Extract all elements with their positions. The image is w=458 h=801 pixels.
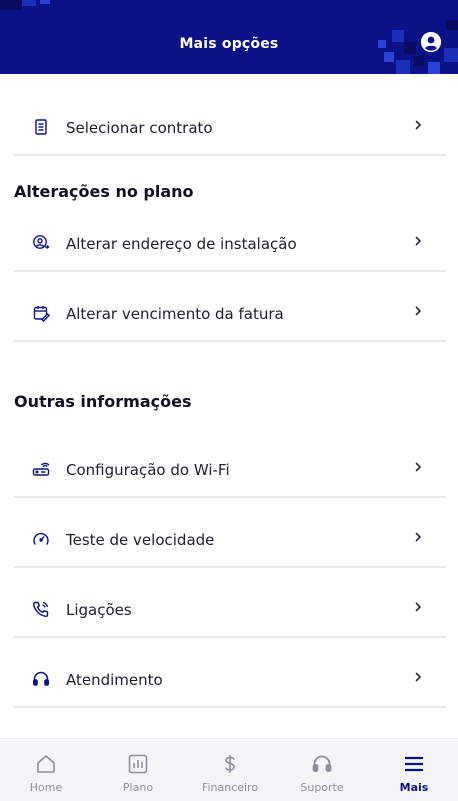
chevron-right-icon bbox=[415, 672, 422, 682]
router-icon bbox=[32, 462, 50, 476]
headset-icon bbox=[32, 671, 50, 686]
tab-support[interactable]: Suporte bbox=[276, 739, 368, 801]
header-pattern bbox=[384, 52, 394, 62]
select-contract-label: Selecionar contrato bbox=[66, 119, 213, 137]
change-due-date-label: Alterar vencimento da fatura bbox=[66, 305, 284, 323]
support-item[interactable]: Atendimento bbox=[14, 626, 446, 708]
profile-button[interactable] bbox=[421, 32, 441, 52]
chevron-right-icon bbox=[415, 120, 422, 130]
speedometer-icon bbox=[33, 532, 49, 545]
tab-home-label: Home bbox=[29, 781, 63, 794]
speed-test-label: Teste de velocidade bbox=[66, 531, 215, 549]
wifi-config-label: Configuração do Wi-Fi bbox=[66, 461, 230, 479]
home-icon bbox=[37, 754, 55, 773]
change-due-date-item[interactable]: Alterar vencimento da fatura bbox=[14, 260, 446, 342]
tab-home[interactable]: Home bbox=[0, 739, 92, 801]
tab-finance[interactable]: Financeiro bbox=[184, 739, 276, 801]
header-pattern bbox=[396, 60, 410, 74]
menu-icon bbox=[405, 756, 423, 772]
dollar-icon bbox=[225, 755, 235, 773]
change-address-label: Alterar endereço de instalação bbox=[66, 235, 297, 253]
phone-icon bbox=[32, 601, 49, 618]
header-pattern bbox=[22, 0, 36, 6]
calls-label: Ligações bbox=[66, 601, 132, 619]
document-icon bbox=[35, 119, 47, 135]
chevron-right-icon bbox=[415, 236, 422, 246]
select-contract-item[interactable]: Selecionar contrato bbox=[14, 74, 446, 156]
chevron-right-icon bbox=[415, 306, 422, 316]
header-pattern bbox=[446, 20, 458, 30]
chart-icon bbox=[128, 754, 148, 774]
tab-plan-label: Plano bbox=[122, 781, 154, 794]
options-list: Selecionar contrato Alterações no plano … bbox=[0, 74, 458, 738]
header-pattern bbox=[414, 56, 424, 66]
header-pattern bbox=[428, 62, 440, 74]
page-title: Mais opções bbox=[179, 36, 279, 52]
tab-plan[interactable]: Plano bbox=[92, 739, 184, 801]
support-label: Atendimento bbox=[66, 671, 163, 689]
user-circle-icon bbox=[421, 32, 441, 52]
tab-support-label: Suporte bbox=[300, 781, 344, 794]
chevron-right-icon bbox=[415, 602, 422, 612]
chevron-right-icon bbox=[415, 532, 422, 542]
location-person-icon bbox=[33, 235, 50, 249]
bottom-tab-bar: Home Plano Financeiro Suporte Mais bbox=[0, 738, 458, 801]
calendar-edit-icon bbox=[33, 306, 50, 322]
app-header: Mais opções bbox=[0, 0, 458, 74]
tab-more-label: Mais bbox=[399, 781, 429, 794]
chevron-right-icon bbox=[415, 462, 422, 472]
header-pattern bbox=[40, 0, 50, 4]
tab-finance-label: Financeiro bbox=[201, 781, 259, 794]
other-info-title: Outras informações bbox=[14, 392, 192, 411]
tab-more[interactable]: Mais bbox=[368, 739, 458, 801]
header-pattern bbox=[0, 0, 22, 10]
headset-icon bbox=[312, 755, 332, 772]
